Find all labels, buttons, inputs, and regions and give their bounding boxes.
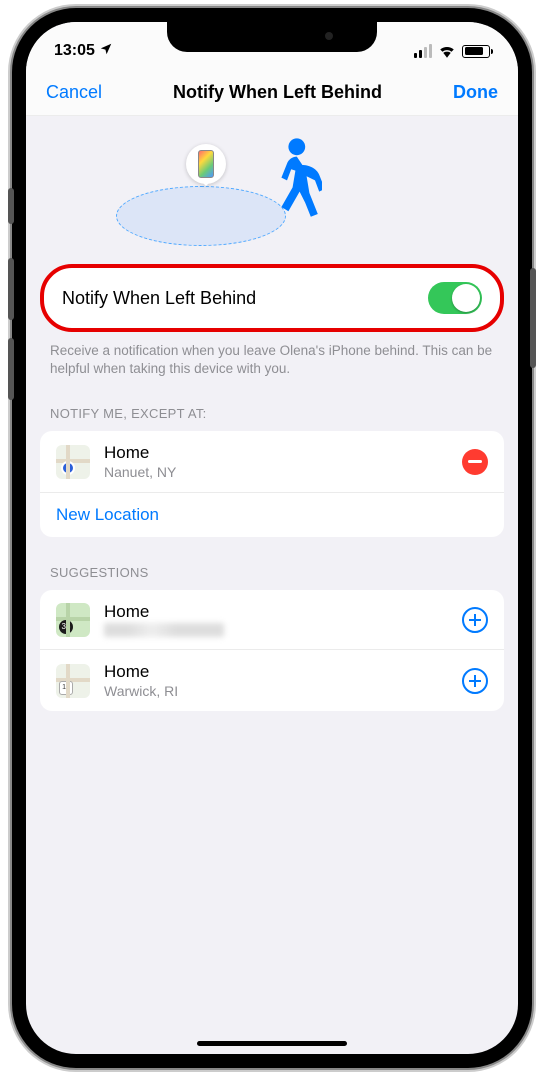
switch-knob [452, 284, 480, 312]
power-button [530, 268, 536, 368]
device-pin-icon [186, 144, 226, 184]
done-button[interactable]: Done [453, 82, 498, 103]
hero-illustration [26, 116, 518, 256]
toggle-description: Receive a notification when you leave Ol… [40, 332, 504, 378]
suggestions-section-header: SUGGESTIONS [40, 537, 504, 590]
suggestions-list: 36 Home 17 Home Warwick, RI [40, 590, 504, 711]
cellular-signal-icon [414, 44, 432, 58]
except-location-title: Home [104, 443, 448, 463]
notch [167, 22, 377, 52]
cancel-button[interactable]: Cancel [46, 82, 102, 103]
notify-toggle-switch[interactable] [428, 282, 482, 314]
phone-frame: 13:05 Cancel Notify When Left Behind Don… [12, 8, 532, 1068]
location-services-icon [99, 42, 113, 61]
map-thumbnail-icon: 36 [56, 603, 90, 637]
map-badge: 17 [59, 681, 73, 695]
nav-bar: Cancel Notify When Left Behind Done [26, 70, 518, 116]
remove-location-button[interactable] [462, 449, 488, 475]
suggestion-subtitle-redacted [104, 623, 224, 637]
mute-switch [8, 188, 14, 224]
suggestion-row[interactable]: 36 Home [40, 590, 504, 649]
map-badge: 36 [59, 620, 73, 634]
volume-up-button [8, 258, 14, 320]
except-location-subtitle: Nanuet, NY [104, 464, 448, 480]
notify-toggle-label: Notify When Left Behind [62, 288, 256, 309]
suggestion-title: Home [104, 602, 448, 622]
notify-toggle-row[interactable]: Notify When Left Behind [40, 264, 504, 332]
add-suggestion-button[interactable] [462, 607, 488, 633]
page-title: Notify When Left Behind [173, 82, 382, 103]
battery-icon [462, 45, 490, 58]
home-indicator[interactable] [197, 1041, 347, 1046]
suggestion-row[interactable]: 17 Home Warwick, RI [40, 649, 504, 711]
except-list: Home Nanuet, NY New Location [40, 431, 504, 537]
suggestion-title: Home [104, 662, 448, 682]
add-suggestion-button[interactable] [462, 668, 488, 694]
map-thumbnail-icon [56, 445, 90, 479]
new-location-row[interactable]: New Location [40, 492, 504, 537]
suggestion-subtitle: Warwick, RI [104, 683, 448, 699]
walking-person-icon [266, 136, 322, 227]
wifi-icon [438, 44, 456, 58]
except-section-header: NOTIFY ME, EXCEPT AT: [40, 378, 504, 431]
screen: 13:05 Cancel Notify When Left Behind Don… [26, 22, 518, 1054]
new-location-label: New Location [56, 505, 159, 525]
volume-down-button [8, 338, 14, 400]
geofence-ellipse-icon [116, 186, 286, 246]
map-thumbnail-icon: 17 [56, 664, 90, 698]
status-time: 13:05 [54, 42, 95, 60]
iphone-icon [198, 150, 214, 178]
except-location-row[interactable]: Home Nanuet, NY [40, 431, 504, 492]
